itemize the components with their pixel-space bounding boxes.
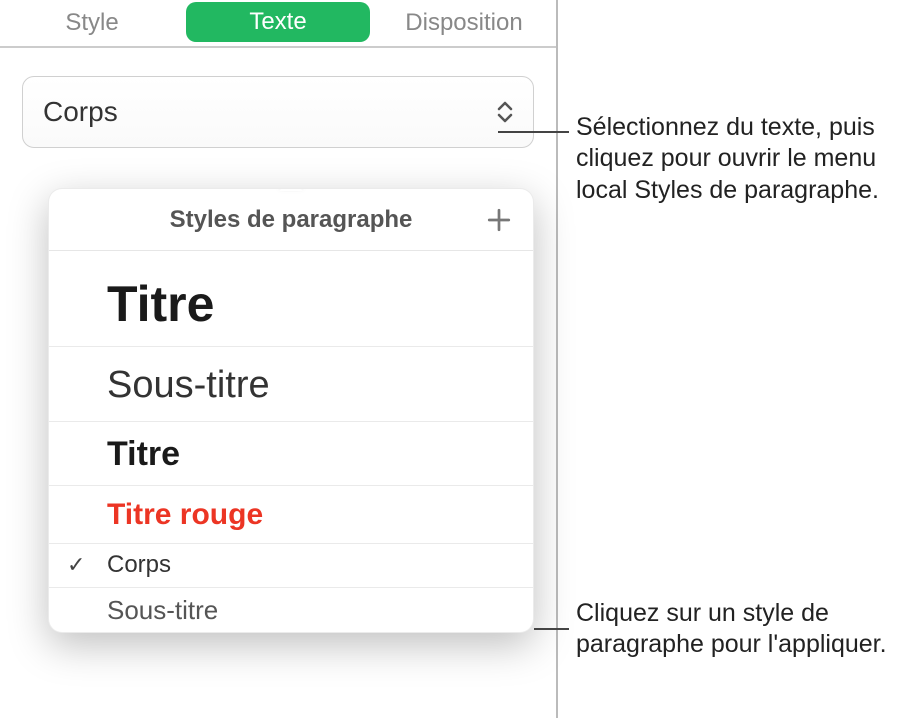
tab-texte[interactable]: Texte <box>186 2 370 42</box>
format-tabs: Style Texte Disposition <box>0 0 556 48</box>
callout-leader-line <box>534 628 569 630</box>
style-item-label: Titre rouge <box>107 498 263 531</box>
callout-apply-style: Cliquez sur un style de paragraphe pour … <box>576 598 896 661</box>
popover-header: Styles de paragraphe <box>49 189 533 251</box>
style-item-label: Corps <box>107 552 171 578</box>
popover-title: Styles de paragraphe <box>170 206 413 234</box>
format-panel: Style Texte Disposition Corps Styles de … <box>0 0 558 718</box>
paragraph-styles-popover: Styles de paragraphe Titre Sous-titre Ti… <box>48 188 534 633</box>
add-style-button[interactable] <box>483 204 515 236</box>
callout-open-menu: Sélectionnez du texte, puis cliquez pour… <box>576 112 896 206</box>
style-item-titre-rouge[interactable]: Titre rouge <box>49 486 533 544</box>
chevron-updown-icon <box>497 101 513 123</box>
paragraph-style-selector[interactable]: Corps <box>22 76 534 148</box>
tab-style[interactable]: Style <box>0 0 184 46</box>
style-item-titre[interactable]: Titre <box>49 422 533 486</box>
style-item-label: Sous-titre <box>107 365 270 407</box>
plus-icon <box>486 207 512 233</box>
style-item-corps[interactable]: Corps <box>49 544 533 587</box>
style-item-sous-titre-large[interactable]: Sous-titre <box>49 347 533 422</box>
paragraph-style-selector-wrap: Corps <box>0 48 556 148</box>
paragraph-styles-list: Titre Sous-titre Titre Titre rouge Corps… <box>49 251 533 632</box>
callout-leader-line <box>498 131 569 133</box>
style-item-titre-large[interactable]: Titre <box>49 251 533 347</box>
style-item-sous-titre[interactable]: Sous-titre <box>49 588 533 633</box>
style-item-label: Titre <box>107 277 214 332</box>
tab-disposition[interactable]: Disposition <box>372 0 556 46</box>
paragraph-style-current: Corps <box>43 96 118 128</box>
style-item-label: Sous-titre <box>107 596 218 625</box>
style-item-label: Titre <box>107 436 180 473</box>
